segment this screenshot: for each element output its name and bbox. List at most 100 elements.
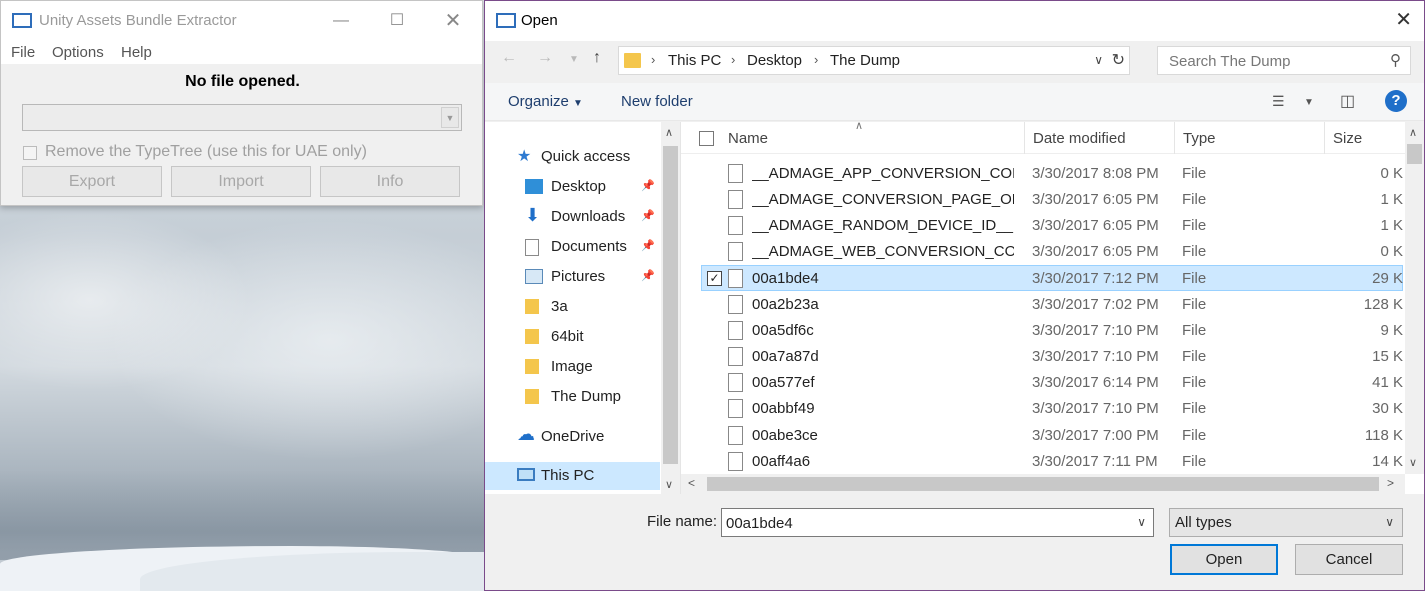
chevron-down-icon[interactable]: ∨ <box>1137 515 1146 529</box>
nav-this-pc[interactable]: This PC <box>485 462 660 490</box>
file-list-horizontal-scrollbar[interactable]: < > <box>681 474 1405 494</box>
search-icon[interactable]: ⚲ <box>1390 51 1401 69</box>
scrollbar-thumb[interactable] <box>1407 144 1422 164</box>
import-button[interactable]: Import <box>171 166 311 197</box>
nav-downloads[interactable]: ⬇ Downloads 📌 <box>485 203 660 231</box>
nav-desktop[interactable]: Desktop 📌 <box>485 173 660 201</box>
file-row[interactable]: 00a7a87d 3/30/2017 7:10 PM File 15 K <box>681 344 1403 370</box>
scroll-down-icon[interactable]: ∨ <box>665 478 673 491</box>
back-arrow-icon[interactable]: ← <box>501 49 517 67</box>
remove-typetree-checkbox[interactable] <box>23 146 37 160</box>
column-name[interactable]: Name <box>728 130 768 147</box>
pin-icon[interactable]: 📌 <box>641 239 655 252</box>
new-folder-button[interactable]: New folder <box>621 93 693 110</box>
uabe-titlebar[interactable]: Unity Assets Bundle Extractor — ☐ ✕ <box>1 1 482 41</box>
breadcrumb-desktop[interactable]: Desktop <box>747 52 802 69</box>
file-row[interactable]: __ADMAGE_WEB_CONVERSION_COM... 3/30/2017… <box>681 239 1403 265</box>
minimize-button[interactable]: — <box>329 9 353 33</box>
file-row[interactable]: 00abbf49 3/30/2017 7:10 PM File 30 K <box>681 396 1403 422</box>
cloud-icon: ☁ <box>517 424 535 444</box>
row-checkbox-checked[interactable]: ✓ <box>707 271 722 286</box>
file-icon <box>728 190 743 209</box>
file-type-filter[interactable]: All types ∨ <box>1169 508 1403 537</box>
info-button[interactable]: Info <box>320 166 460 197</box>
menu-help[interactable]: Help <box>121 44 152 61</box>
file-name-field[interactable]: ∨ <box>721 508 1154 537</box>
chevron-down-icon[interactable]: ▼ <box>1304 97 1314 108</box>
menu-file[interactable]: File <box>11 44 35 61</box>
close-icon[interactable]: ✕ <box>1395 7 1412 32</box>
file-icon <box>728 295 743 314</box>
scroll-up-icon[interactable]: ∧ <box>1409 126 1417 139</box>
file-type: File <box>1182 453 1207 470</box>
nav-folder-image[interactable]: Image <box>485 353 660 381</box>
breadcrumb-separator-icon[interactable]: › <box>814 52 818 67</box>
file-type: File <box>1182 243 1207 260</box>
file-row[interactable]: __ADMAGE_APP_CONVERSION_COM... 3/30/2017… <box>681 161 1403 187</box>
chevron-down-icon[interactable]: ∨ <box>1094 53 1103 67</box>
column-type[interactable]: Type <box>1183 130 1216 147</box>
dialog-titlebar[interactable]: Open ✕ <box>485 1 1424 41</box>
nav-onedrive[interactable]: ☁ OneDrive <box>485 423 660 451</box>
scrollbar-thumb[interactable] <box>663 146 678 464</box>
pin-icon[interactable]: 📌 <box>641 179 655 192</box>
organize-button[interactable]: Organize ▼ <box>508 93 583 110</box>
nav-folder-the-dump[interactable]: The Dump <box>485 383 660 411</box>
file-row[interactable]: 00aff4a6 3/30/2017 7:11 PM File 14 K <box>681 449 1403 475</box>
nav-quick-access[interactable]: ★ Quick access <box>485 143 660 171</box>
search-box[interactable]: Search The Dump ⚲ <box>1157 46 1411 75</box>
nav-documents[interactable]: Documents 📌 <box>485 233 660 261</box>
address-bar[interactable]: › This PC › Desktop › The Dump ∨ ↻ <box>618 46 1130 75</box>
pin-icon[interactable]: 📌 <box>641 209 655 222</box>
recent-locations-icon[interactable]: ▼ <box>569 54 579 65</box>
file-name-input[interactable] <box>726 513 1126 533</box>
file-row[interactable]: __ADMAGE_CONVERSION_PAGE_OPE... 3/30/201… <box>681 187 1403 213</box>
scrollbar-thumb[interactable] <box>707 477 1379 491</box>
file-row[interactable]: 00a577ef 3/30/2017 6:14 PM File 41 K <box>681 370 1403 396</box>
file-row[interactable]: 00a2b23a 3/30/2017 7:02 PM File 128 K <box>681 292 1403 318</box>
breadcrumb-this-pc[interactable]: This PC <box>668 52 721 69</box>
column-size[interactable]: Size <box>1333 130 1362 147</box>
column-date-modified[interactable]: Date modified <box>1033 130 1126 147</box>
cancel-button[interactable]: Cancel <box>1295 544 1403 575</box>
file-row[interactable]: __ADMAGE_RANDOM_DEVICE_ID__ 3/30/2017 6:… <box>681 213 1403 239</box>
refresh-icon[interactable]: ↻ <box>1112 50 1125 70</box>
menu-options[interactable]: Options <box>52 44 104 61</box>
nav-pictures[interactable]: Pictures 📌 <box>485 263 660 291</box>
nav-label: Downloads <box>551 208 626 225</box>
forward-arrow-icon[interactable]: → <box>537 49 553 67</box>
help-icon[interactable]: ? <box>1385 90 1407 112</box>
file-date: 3/30/2017 7:10 PM <box>1032 348 1159 365</box>
pin-icon[interactable]: 📌 <box>641 269 655 282</box>
file-row-selected[interactable]: ✓ 00a1bde4 3/30/2017 7:12 PM File 29 K <box>701 265 1403 291</box>
scroll-right-icon[interactable]: > <box>1387 476 1394 490</box>
breadcrumb-separator-icon[interactable]: › <box>731 52 735 67</box>
chevron-down-icon[interactable]: ∨ <box>1385 515 1394 529</box>
file-row[interactable]: 00abe3ce 3/30/2017 7:00 PM File 118 K <box>681 423 1403 449</box>
up-arrow-icon[interactable]: ↑ <box>593 49 601 67</box>
breadcrumb-the-dump[interactable]: The Dump <box>830 52 900 69</box>
scroll-left-icon[interactable]: < <box>688 476 695 490</box>
column-divider[interactable] <box>1324 122 1325 154</box>
downloads-icon: ⬇ <box>525 205 541 225</box>
file-name: __ADMAGE_CONVERSION_PAGE_OPE... <box>752 191 1014 208</box>
breadcrumb-separator-icon[interactable]: › <box>651 52 655 67</box>
close-button[interactable]: ✕ <box>441 9 465 33</box>
chevron-down-icon[interactable]: ▼ <box>441 107 459 128</box>
export-button[interactable]: Export <box>22 166 162 197</box>
column-divider[interactable] <box>1024 122 1025 154</box>
maximize-button[interactable]: ☐ <box>385 9 409 33</box>
preview-pane-icon[interactable]: ◫ <box>1340 91 1355 111</box>
nav-folder-3a[interactable]: 3a <box>485 293 660 321</box>
file-list-vertical-scrollbar[interactable]: ∧ ∨ <box>1405 122 1424 474</box>
file-row[interactable]: 00a5df6c 3/30/2017 7:10 PM File 9 K <box>681 318 1403 344</box>
file-select-combo[interactable]: ▼ <box>22 104 462 131</box>
change-view-icon[interactable]: ☰ <box>1272 93 1285 110</box>
nav-folder-64bit[interactable]: 64bit <box>485 323 660 351</box>
open-button[interactable]: Open <box>1170 544 1278 575</box>
scroll-down-icon[interactable]: ∨ <box>1409 456 1417 469</box>
column-divider[interactable] <box>1174 122 1175 154</box>
scroll-up-icon[interactable]: ∧ <box>665 126 673 139</box>
select-all-checkbox[interactable] <box>699 131 714 146</box>
nav-scrollbar[interactable]: ∧ ∨ <box>661 122 680 494</box>
